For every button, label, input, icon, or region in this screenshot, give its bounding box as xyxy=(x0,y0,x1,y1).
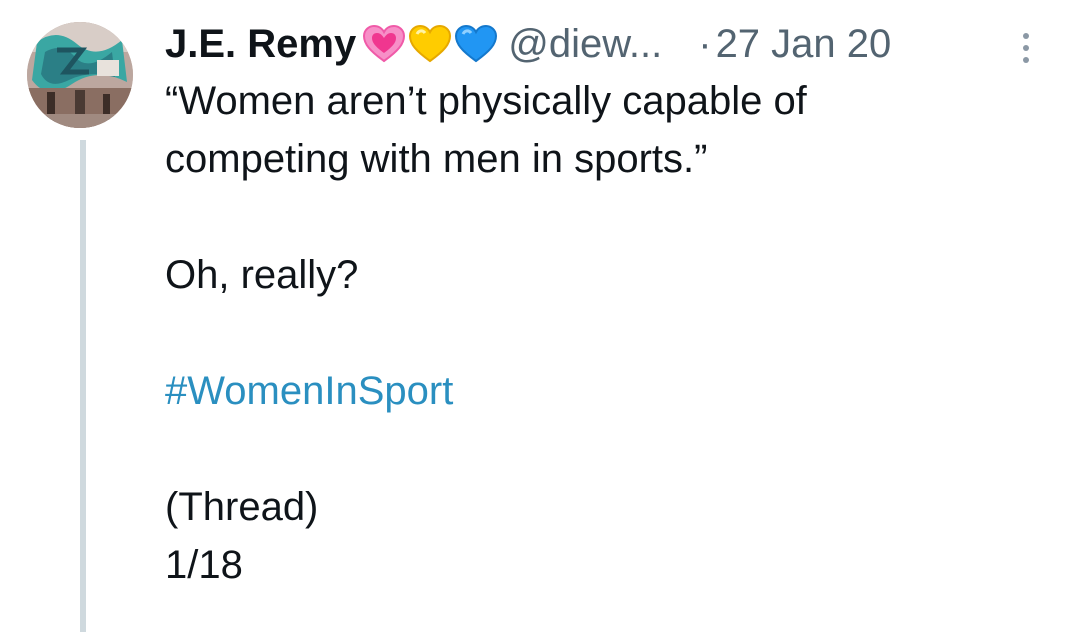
tweet-text: “Women aren’t physically capable of comp… xyxy=(165,72,1045,594)
blue-heart-icon xyxy=(455,24,498,63)
tweet-text-line: (Thread) xyxy=(165,485,319,529)
hashtag-link[interactable]: #WomenInSport xyxy=(165,362,1045,420)
author-name[interactable]: J.E. Remy xyxy=(165,22,356,67)
name-emoji-badges xyxy=(362,24,500,64)
yellow-heart-icon xyxy=(409,24,452,63)
thread-connector-line xyxy=(80,140,86,632)
author-handle[interactable]: @diew... xyxy=(508,22,662,67)
tweet-text-line: “Women aren’t physically capable of xyxy=(165,79,807,123)
tweet-header: J.E. Remy @diew... · 27 Jan 20 xyxy=(165,14,891,74)
thread-counter: 1/18 xyxy=(165,543,243,587)
tweet[interactable]: J.E. Remy @diew... · 27 Jan 20 “Women ar… xyxy=(0,0,1080,632)
separator-dot: · xyxy=(698,21,712,66)
tweet-text-line: Oh, really? xyxy=(165,253,359,297)
more-options-icon[interactable] xyxy=(1016,28,1036,68)
tweet-text-line: competing with men in sports.” xyxy=(165,137,708,181)
avatar[interactable] xyxy=(27,22,133,128)
pink-heart-icon xyxy=(363,24,406,63)
avatar-image xyxy=(27,22,133,128)
tweet-date[interactable]: 27 Jan 20 xyxy=(716,22,892,67)
